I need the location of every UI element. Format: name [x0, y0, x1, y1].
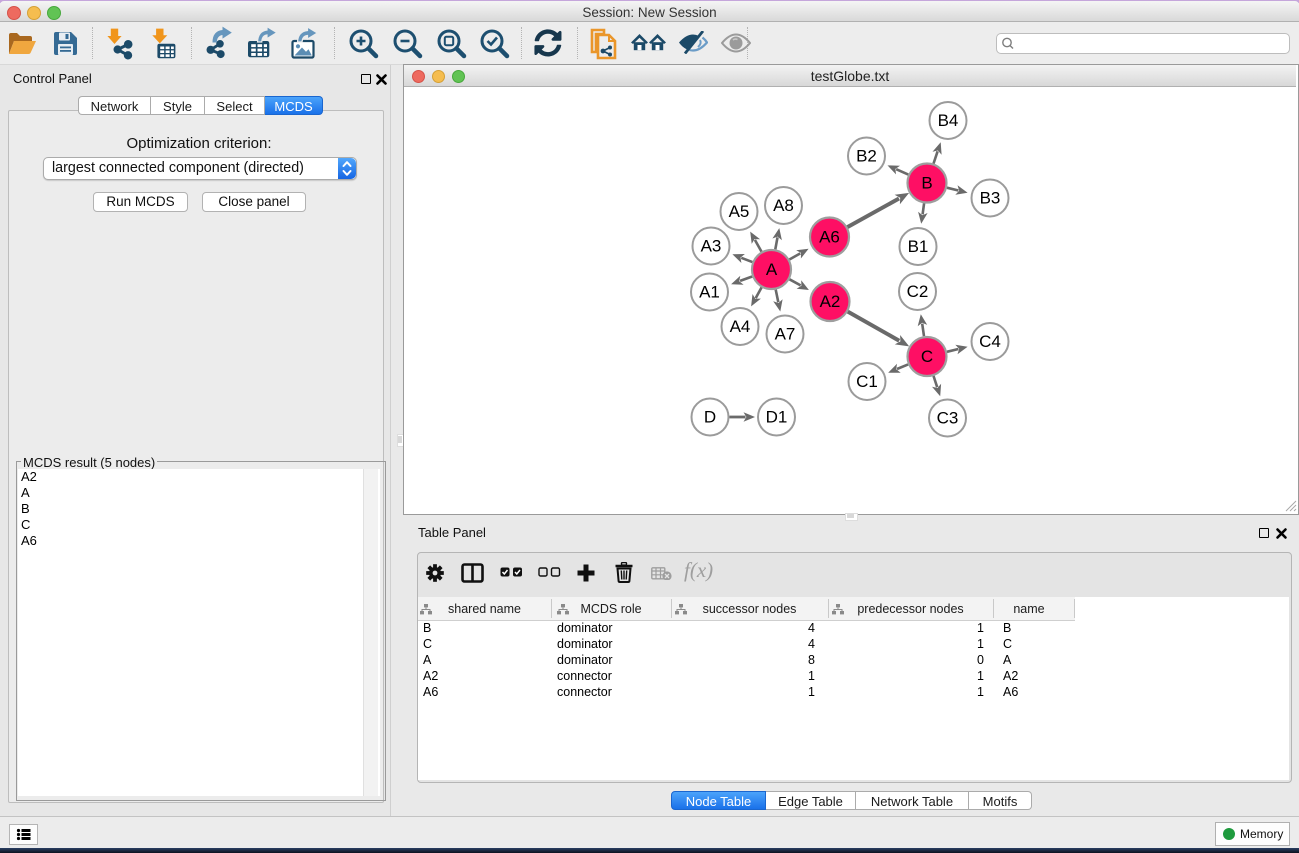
- svg-text:C: C: [921, 347, 933, 366]
- svg-text:A6: A6: [819, 228, 840, 247]
- svg-text:A3: A3: [701, 237, 722, 256]
- svg-text:B2: B2: [856, 147, 877, 166]
- svg-text:A1: A1: [699, 283, 720, 302]
- svg-text:A4: A4: [730, 317, 751, 336]
- svg-text:C3: C3: [937, 409, 959, 428]
- svg-text:B: B: [921, 174, 932, 193]
- svg-text:A5: A5: [729, 202, 750, 221]
- svg-text:A8: A8: [773, 196, 794, 215]
- svg-text:A7: A7: [775, 325, 796, 344]
- svg-text:B3: B3: [980, 189, 1001, 208]
- svg-text:D: D: [704, 408, 716, 427]
- svg-text:C1: C1: [856, 372, 878, 391]
- svg-text:A2: A2: [820, 292, 841, 311]
- svg-text:B1: B1: [908, 237, 929, 256]
- svg-text:A: A: [766, 260, 778, 279]
- svg-text:D1: D1: [766, 408, 788, 427]
- svg-text:C2: C2: [907, 282, 929, 301]
- svg-text:B4: B4: [938, 111, 959, 130]
- svg-text:C4: C4: [979, 332, 1001, 351]
